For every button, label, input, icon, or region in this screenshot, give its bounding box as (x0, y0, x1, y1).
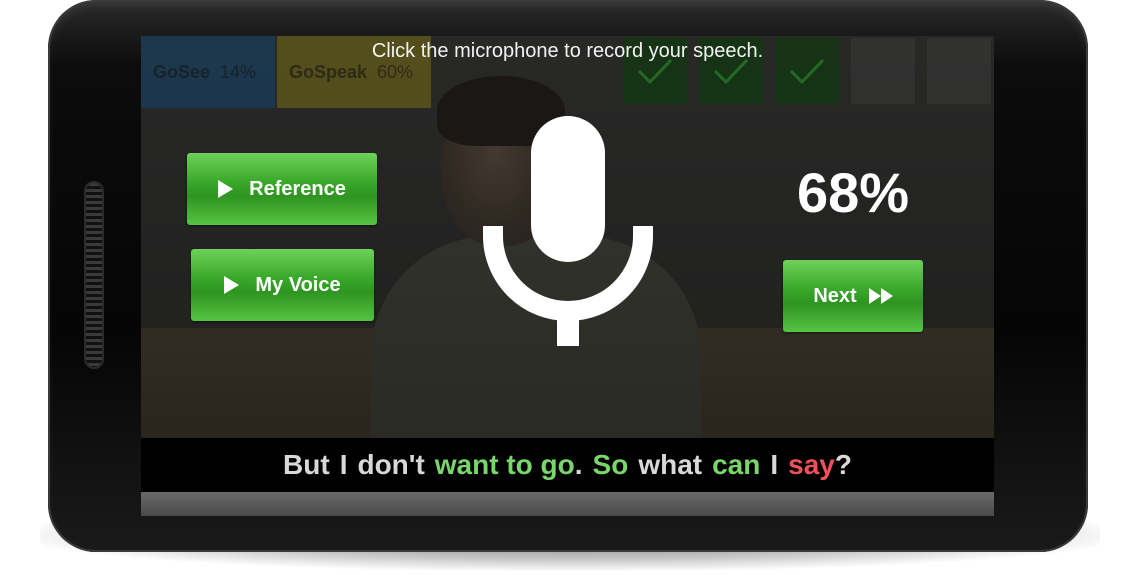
caption-punctuation: . (574, 449, 583, 480)
caption-word: But (283, 449, 330, 480)
caption-punctuation: ? (834, 449, 852, 480)
next-button[interactable]: Next (783, 260, 923, 332)
pronunciation-score: 68% (796, 161, 910, 224)
play-icon (224, 276, 240, 294)
video-frame: GoSee 14% GoSpeak 60% Click the micropho… (141, 36, 994, 438)
play-icon (218, 180, 234, 198)
caption-word: don't (357, 449, 425, 480)
next-button-label: Next (813, 284, 857, 307)
reference-play-button[interactable]: Reference (187, 153, 377, 225)
app-screen: GoSee 14% GoSpeak 60% Click the micropho… (141, 36, 994, 516)
my-voice-button-label: My Voice (255, 273, 341, 296)
caption-word-bad: say (788, 449, 835, 480)
gospeak-label: GoSpeak (289, 61, 368, 82)
caption-word: I (339, 449, 348, 480)
gospeak-value: 60% (377, 61, 414, 82)
phone-speaker-grille (86, 183, 102, 367)
gosee-label: GoSee (153, 61, 211, 82)
sentence-caption: But I don't want to go . So what can I s… (141, 438, 994, 492)
caption-word-good: can (712, 449, 761, 480)
reference-button-label: Reference (249, 177, 346, 200)
caption-word: what (638, 449, 703, 480)
my-voice-play-button[interactable]: My Voice (191, 249, 374, 321)
gosee-value: 14% (220, 61, 257, 82)
bottom-bar (141, 492, 994, 516)
caption-word-good: want to go (434, 449, 575, 480)
microphone-icon[interactable] (483, 116, 653, 346)
fast-forward-icon (868, 288, 893, 304)
caption-word-good: So (592, 449, 629, 480)
caption-word: I (770, 449, 779, 480)
instruction-text: Click the microphone to record your spee… (371, 40, 764, 62)
